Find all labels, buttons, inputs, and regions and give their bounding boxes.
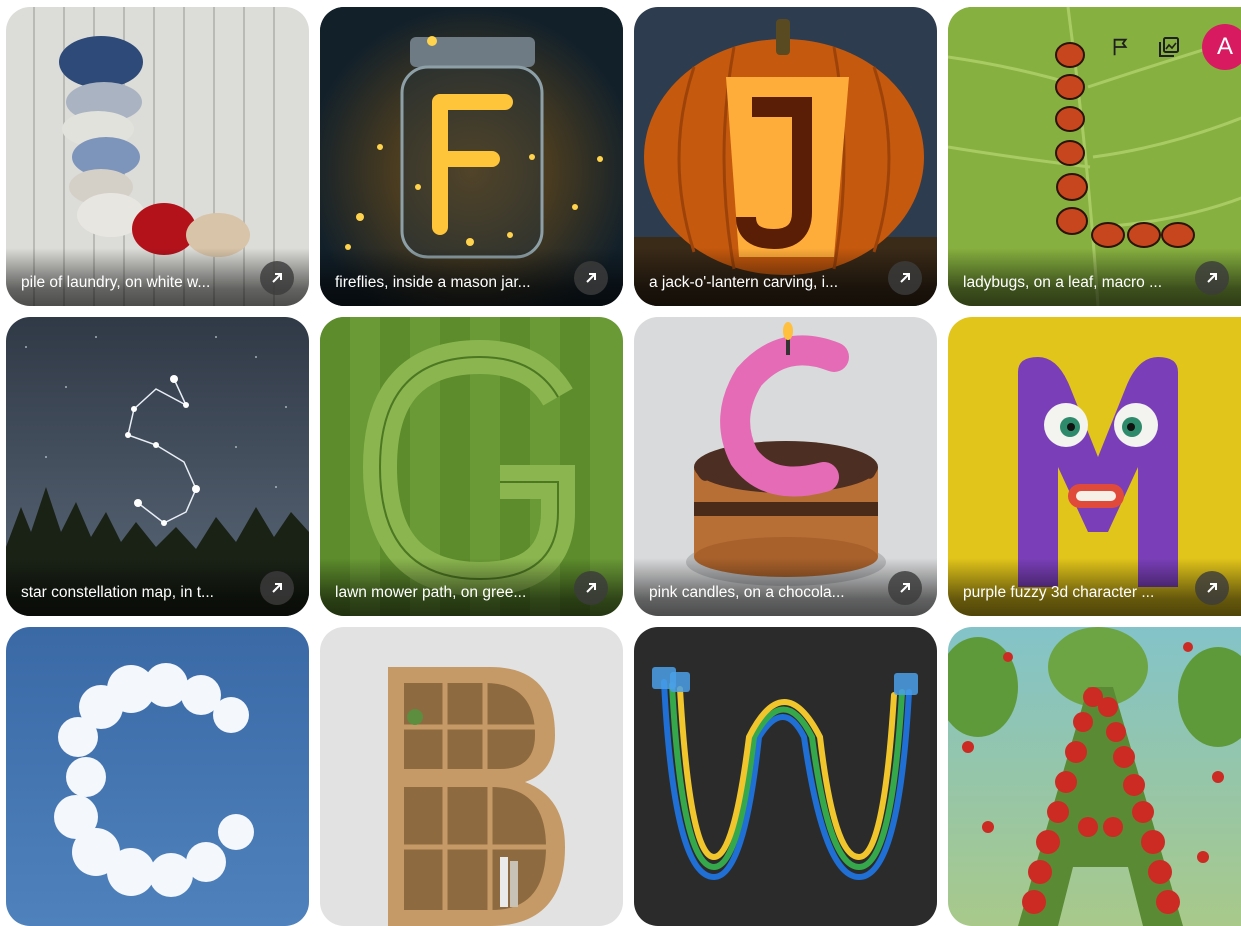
- arrow-up-right-icon: [272, 273, 282, 283]
- image-caption: a jack-o'-lantern carving, i...: [649, 274, 839, 291]
- cloud-c-image: [6, 627, 309, 926]
- image-caption: purple fuzzy 3d character ...: [963, 584, 1155, 601]
- image-card-pumpkin[interactable]: a jack-o'-lantern carving, i...: [634, 7, 937, 306]
- flag-icon: [1113, 38, 1128, 56]
- apple-tree-a-image: [948, 627, 1241, 926]
- image-card-fuzzy-m[interactable]: purple fuzzy 3d character ...: [948, 317, 1241, 616]
- image-caption: fireflies, inside a mason jar...: [335, 274, 531, 291]
- open-arrow-button[interactable]: [888, 261, 922, 295]
- image-gallery-button[interactable]: [1154, 32, 1184, 62]
- open-arrow-button[interactable]: [260, 571, 294, 605]
- report-flag-button[interactable]: [1106, 32, 1136, 62]
- gallery-icon: [1159, 37, 1179, 57]
- image-card-ladybugs[interactable]: ladybugs, on a leaf, macro ... A: [948, 7, 1241, 306]
- image-card-lawn[interactable]: lawn mower path, on gree...: [320, 317, 623, 616]
- account-avatar[interactable]: A: [1202, 24, 1241, 70]
- image-caption: lawn mower path, on gree...: [335, 584, 527, 601]
- open-arrow-button[interactable]: [260, 261, 294, 295]
- arrow-up-right-icon: [900, 273, 910, 283]
- image-card-cake[interactable]: pink candles, on a chocola...: [634, 317, 937, 616]
- image-caption: pink candles, on a chocola...: [649, 584, 845, 601]
- open-arrow-button[interactable]: [574, 261, 608, 295]
- image-caption: star constellation map, in t...: [21, 584, 214, 601]
- open-arrow-button[interactable]: [1195, 261, 1229, 295]
- image-card-fireflies[interactable]: fireflies, inside a mason jar...: [320, 7, 623, 306]
- image-caption: pile of laundry, on white w...: [21, 274, 211, 291]
- image-card-apples[interactable]: [948, 627, 1241, 926]
- card-top-actions: A: [1106, 21, 1241, 73]
- image-card-cloud[interactable]: [6, 627, 309, 926]
- arrow-up-right-icon: [586, 273, 596, 283]
- image-card-constellation[interactable]: star constellation map, in t...: [6, 317, 309, 616]
- image-card-cables[interactable]: [634, 627, 937, 926]
- image-grid: pile of laundry, on white w... fireflies…: [6, 7, 1241, 926]
- bookshelf-b-image: [320, 627, 623, 926]
- image-card-laundry[interactable]: pile of laundry, on white w...: [6, 7, 309, 306]
- open-arrow-button[interactable]: [888, 571, 922, 605]
- arrow-up-right-icon: [1207, 273, 1217, 283]
- network-cables-w-image: [634, 627, 937, 926]
- open-arrow-button[interactable]: [574, 571, 608, 605]
- arrow-up-right-icon: [1207, 583, 1217, 593]
- image-caption: ladybugs, on a leaf, macro ...: [963, 274, 1163, 291]
- arrow-up-right-icon: [586, 583, 596, 593]
- arrow-up-right-icon: [900, 583, 910, 593]
- open-arrow-button[interactable]: [1195, 571, 1229, 605]
- image-card-bookshelf[interactable]: [320, 627, 623, 926]
- arrow-up-right-icon: [272, 583, 282, 593]
